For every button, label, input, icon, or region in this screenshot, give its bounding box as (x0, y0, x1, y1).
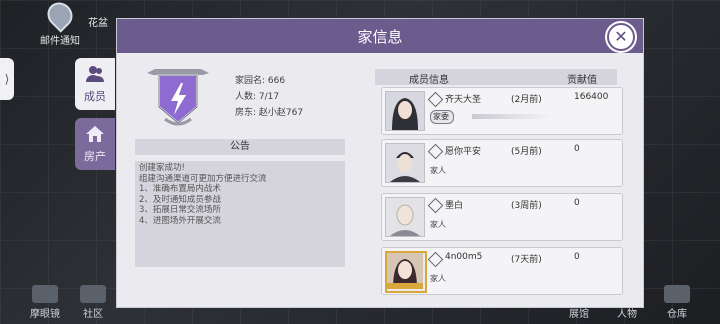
notice-body: 创建家成功! 组建沟通渠道可更加方便进行交流 1、准确布置局内战术 2、及时通知… (135, 161, 345, 267)
community-icon (80, 285, 106, 303)
rank-icon (427, 143, 444, 160)
member-name: 齐天大圣 (445, 95, 482, 105)
family-members-row: 人数: 7/17 (235, 92, 280, 102)
close-button[interactable]: ✕ (607, 23, 635, 51)
tab-property-label: 房产 (84, 150, 106, 163)
member-contribution: 0 (574, 198, 580, 208)
notice-line: 创建家成功! (139, 163, 185, 173)
member-row[interactable]: 齐天大圣 (2月前) 166400 家委 (381, 87, 623, 135)
dialog-title: 家信息 (357, 27, 403, 46)
family-owner-value: 赵小赵767 (258, 108, 304, 118)
member-contribution: 0 (574, 252, 580, 262)
notice-line: 2、及时通知成员参战 (139, 194, 221, 205)
role-strip (472, 114, 552, 119)
male-avatar (385, 143, 425, 183)
member-role: 家人 (430, 166, 446, 175)
member-contribution: 0 (574, 144, 580, 154)
bald-male-avatar (385, 197, 425, 237)
member-role: 家人 (430, 274, 446, 283)
header-contribution: 贡献值 (567, 75, 597, 86)
family-owner-row: 房东: 赵小赵767 (235, 108, 304, 118)
tab-members[interactable]: 成员 (75, 58, 115, 110)
mail-notice-label: 邮件通知 (40, 36, 80, 47)
family-name-row: 家园名: 666 (235, 76, 286, 86)
header-members: 成员信息 (409, 75, 449, 86)
member-name: 墨白 (445, 201, 464, 211)
building-icon (32, 285, 58, 303)
notice-title: 公告 (135, 139, 345, 155)
bottom-item-2[interactable]: 社区 (80, 285, 106, 320)
female-avatar (385, 91, 425, 131)
member-last-seen: (7天前) (511, 255, 542, 265)
family-info: 家园名: 666 人数: 7/17 房东: 赵小赵767 (235, 73, 303, 121)
member-last-seen: (5月前) (511, 147, 542, 157)
member-list-header: 成员信息 贡献值 (375, 69, 617, 86)
notice-line: 3、拓展日常交流场所 (139, 205, 221, 215)
tab-members-label: 成员 (84, 90, 106, 103)
member-last-seen: (2月前) (511, 95, 542, 105)
member-contribution: 166400 (574, 92, 609, 102)
member-row[interactable]: 4n00m5 (7天前) 0 家人 (381, 247, 623, 295)
bottom-item-5[interactable]: 仓库 (664, 285, 690, 320)
member-role: 家人 (430, 220, 446, 229)
member-last-seen: (3周前) (511, 201, 542, 211)
rank-icon (427, 251, 444, 268)
notice-line: 组建沟通渠道可更加方便进行交流 (139, 173, 267, 184)
member-row[interactable]: 愿你平安 (5月前) 0 家人 (381, 139, 623, 187)
map-label: 花盆 (88, 18, 108, 29)
family-members-value: 7/17 (258, 92, 280, 102)
mail-notice-button[interactable]: 邮件通知 (30, 0, 90, 47)
map-pin-icon (42, 0, 78, 33)
side-collapse-tab[interactable]: ⟩ (0, 58, 14, 100)
tab-property[interactable]: 房产 (75, 118, 115, 170)
warehouse-icon (664, 285, 690, 303)
family-name-value: 666 (267, 76, 286, 86)
role-badge: 家委 (430, 110, 454, 124)
rank-icon (427, 197, 444, 214)
people-icon (86, 66, 104, 82)
house-icon (86, 126, 104, 142)
notice-line: 4、进图场外开展交流 (139, 215, 221, 226)
bottom-item-1[interactable]: 摩眼镜 (30, 285, 60, 320)
notice-line: 1、准确布置局内战术 (139, 184, 221, 194)
close-icon: ✕ (614, 27, 628, 46)
member-row[interactable]: 墨白 (3周前) 0 家人 (381, 193, 623, 241)
member-name: 4n00m5 (445, 252, 483, 262)
member-name: 愿你平安 (445, 147, 482, 157)
rank-icon (427, 91, 444, 108)
family-info-dialog: 家信息 ✕ 家园名: 666 人数: 7/17 房东: 赵小赵767 公告 创建… (116, 18, 644, 308)
dialog-header: 家信息 ✕ (117, 19, 643, 53)
female-avatar-framed (385, 251, 427, 293)
family-emblem (147, 69, 209, 126)
